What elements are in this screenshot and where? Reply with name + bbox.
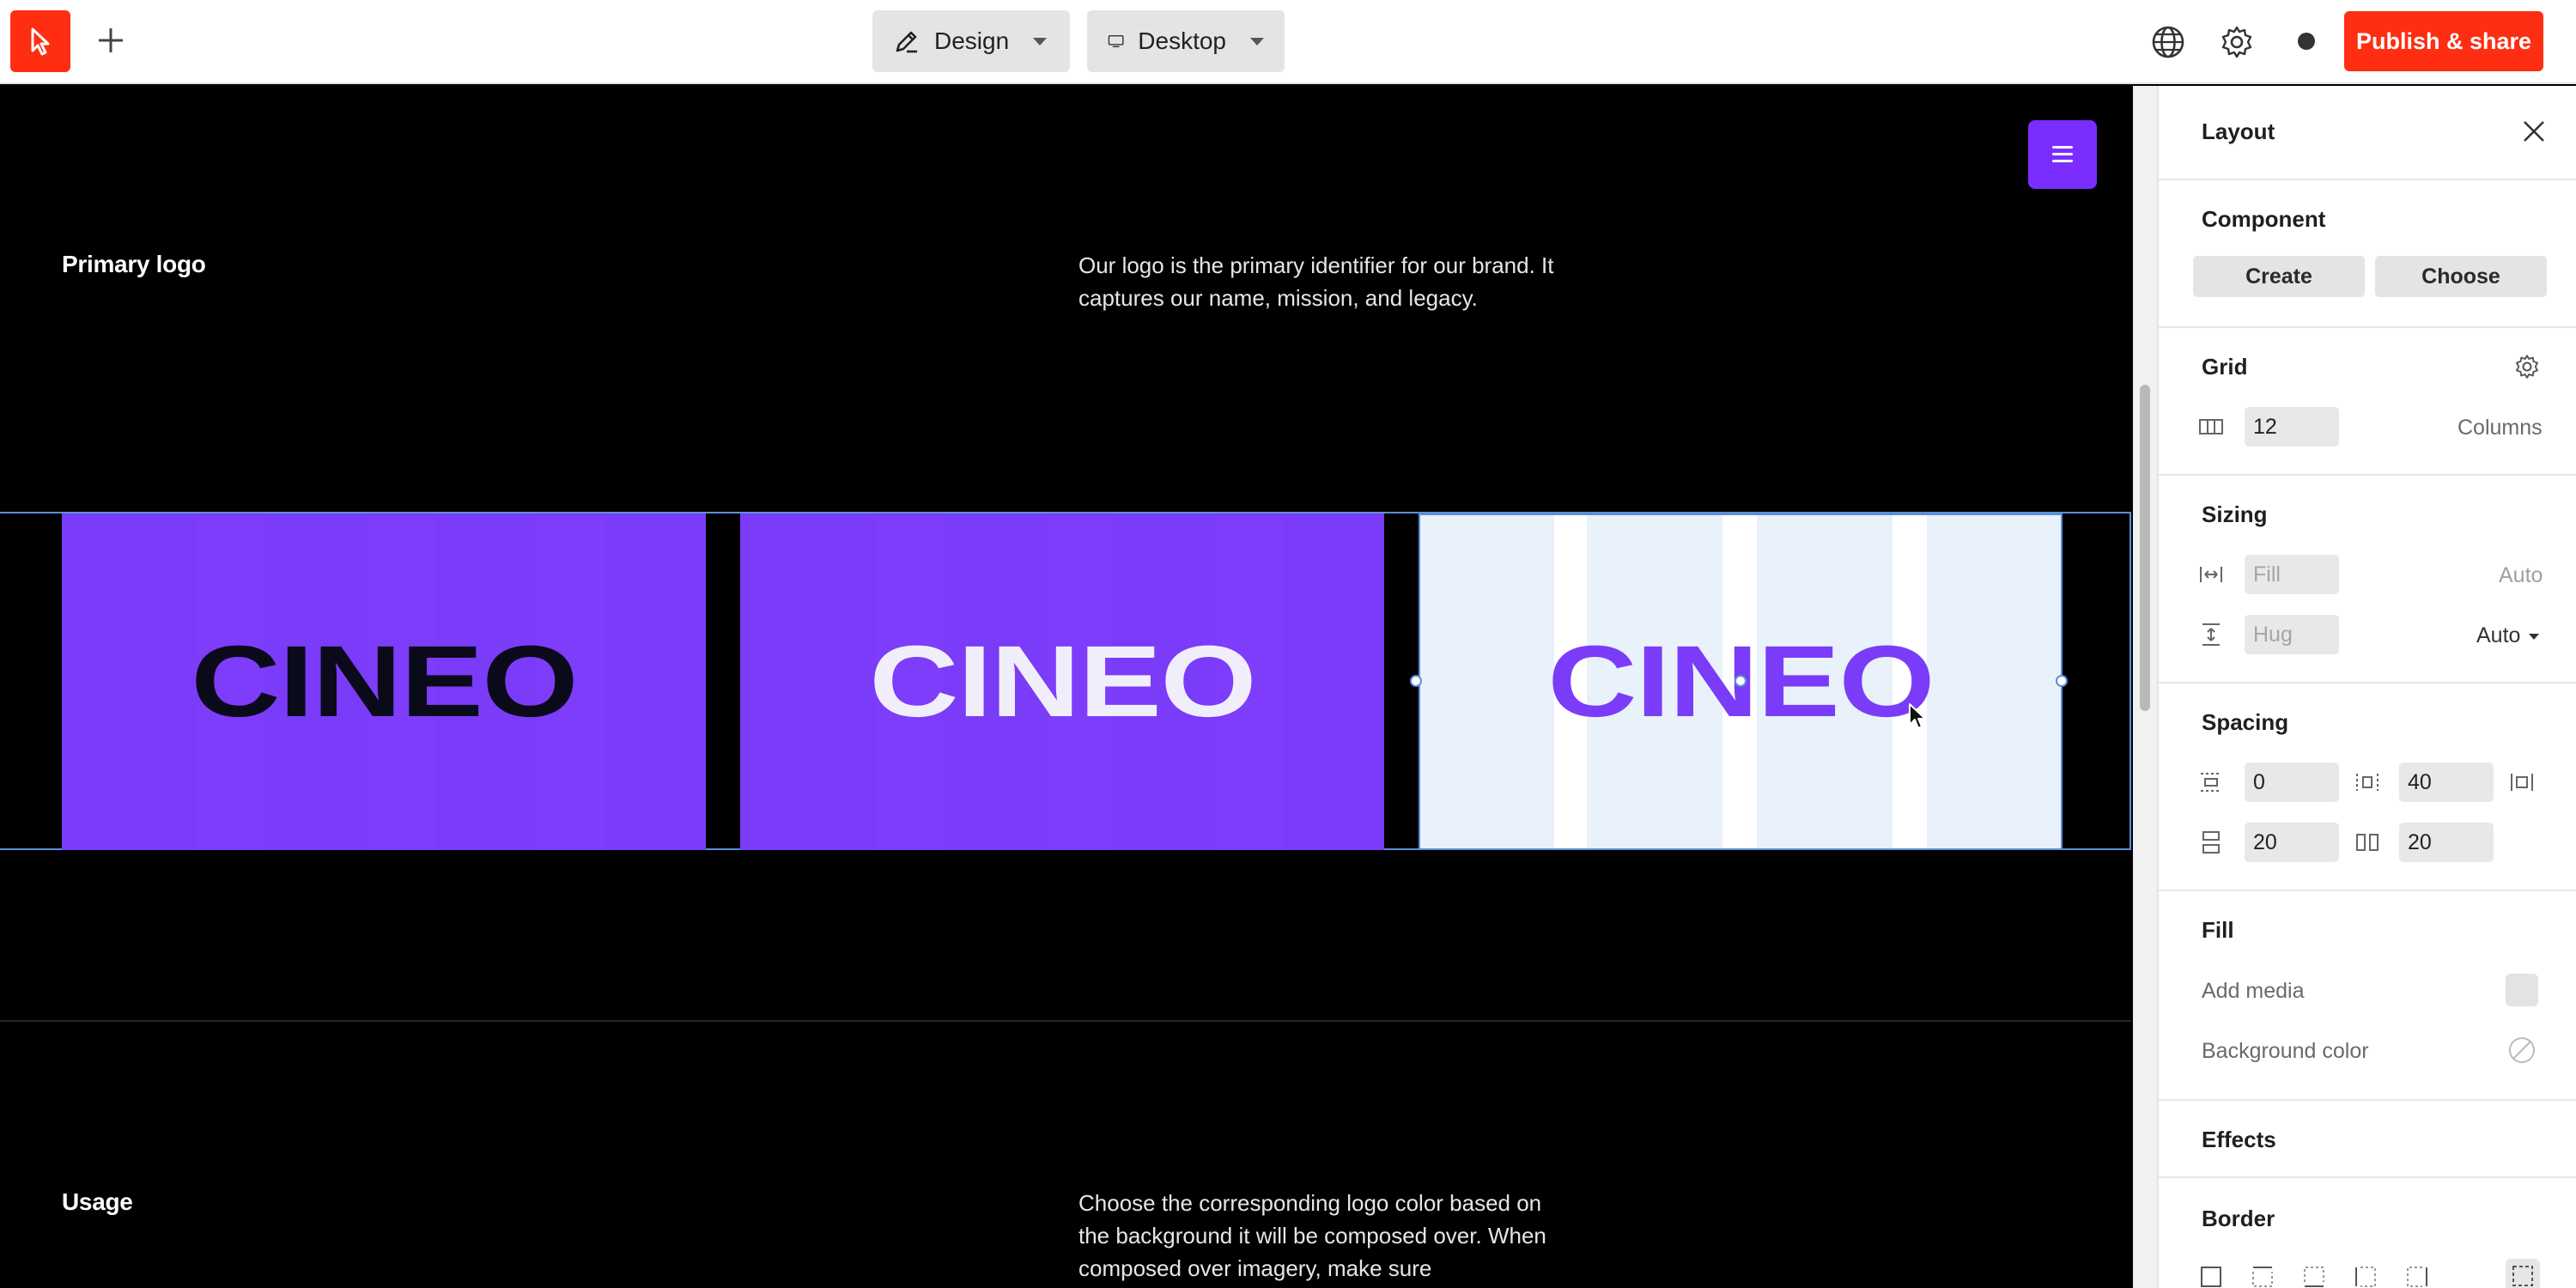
grid-columns-input[interactable] [2245,407,2339,447]
close-panel-button[interactable] [2519,117,2549,146]
border-dashed-icon [2512,1266,2533,1286]
plus-icon [99,28,123,52]
grid-settings-button[interactable] [2512,352,2542,381]
chevron-down-icon [1033,37,1048,46]
border-top-icon [2252,1267,2273,1287]
logo-card-dark[interactable]: CINEO [62,513,706,850]
border-all-button[interactable] [2196,1262,2226,1288]
top-toolbar: Design Desktop Publish & share [0,0,2576,84]
padding-horizontal-icon [2353,768,2382,797]
border-left-icon [2355,1267,2376,1287]
panel-title: Layout [2202,118,2275,144]
height-input[interactable] [2245,615,2339,654]
background-color-button[interactable] [2507,1036,2537,1065]
primary-logo-heading: Primary logo [62,251,206,277]
gap-vertical-icon [2196,828,2226,857]
height-icon [2196,620,2226,649]
border-all-icon [2201,1267,2221,1287]
language-globe-button[interactable] [2148,22,2188,62]
pencil-icon [896,31,917,53]
width-input[interactable] [2245,555,2339,594]
usage-description: Choose the corresponding logo color base… [1078,1190,1546,1281]
border-left-button[interactable] [2351,1262,2380,1288]
mode-dropdown[interactable]: Design [872,10,1070,72]
border-bottom-button[interactable] [2300,1262,2329,1288]
menu-button[interactable] [2028,120,2097,189]
border-heading: Border [2202,1206,2275,1231]
gap-horizontal-icon [2353,828,2382,857]
gap-horizontal-input[interactable] [2399,823,2494,862]
border-top-button[interactable] [2248,1262,2277,1288]
width-icon [2196,560,2226,589]
hamburger-icon [2052,146,2073,163]
resize-handle-left[interactable] [1410,675,1422,687]
design-canvas[interactable]: Primary logo Our logo is the primary ide… [0,86,2131,1288]
add-media-swatch[interactable] [2506,974,2538,1006]
desktop-monitor-icon [1108,35,1124,47]
gear-icon [2221,26,2252,58]
spacing-heading: Spacing [2202,709,2289,735]
add-media-label[interactable]: Add media [2202,979,2305,1004]
close-icon [2524,121,2544,142]
settings-button[interactable] [2217,22,2257,62]
fill-heading: Fill [2202,917,2234,943]
height-mode-dropdown[interactable]: Auto [2476,623,2540,648]
effects-heading: Effects [2202,1127,2276,1152]
scrollbar-thumb[interactable] [2140,385,2150,711]
gap-vertical-input[interactable] [2245,823,2339,862]
component-heading: Component [2202,206,2326,232]
padding-horizontal-input[interactable] [2399,762,2494,802]
columns-icon [2196,412,2226,441]
padding-vertical-icon [2196,768,2226,797]
mouse-pointer-icon [1909,703,1926,729]
gear-icon [2516,355,2538,379]
primary-logo-description: Our logo is the primary identifier for o… [1078,252,1554,311]
resize-handle-center[interactable] [1735,675,1747,687]
columns-label: Columns [2458,416,2543,440]
logo-card-light[interactable]: CINEO [740,513,1384,850]
border-right-icon [2407,1267,2427,1287]
chevron-down-icon [1250,37,1264,46]
device-label: Desktop [1138,27,1226,54]
logo-wordmark: CINEO [191,625,578,738]
create-component-button[interactable]: Create [2193,256,2365,297]
padding-sides-icon [2511,774,2533,791]
section-divider [0,1020,2131,1022]
select-tool-button[interactable] [10,10,70,72]
chevron-down-icon [2529,633,2540,640]
canvas-scrollbar[interactable] [2133,86,2157,1288]
logo-wordmark: CINEO [869,625,1256,738]
globe-icon [2152,26,2184,58]
background-color-label[interactable]: Background color [2202,1039,2369,1064]
padding-individual-button[interactable] [2507,768,2537,797]
height-mode-value: Auto [2476,623,2521,647]
sizing-heading: Sizing [2202,501,2268,527]
layout-panel: Layout Component Create Choose Grid Colu… [2157,86,2576,1288]
status-dot [2298,33,2315,50]
mode-label: Design [934,27,1010,54]
no-color-icon [2509,1037,2535,1063]
width-mode: Auto [2499,563,2543,587]
usage-heading: Usage [62,1188,133,1215]
add-button[interactable] [89,19,132,62]
cursor-arrow-icon [31,27,50,56]
choose-component-button[interactable]: Choose [2375,256,2547,297]
border-none-button[interactable] [2506,1259,2540,1288]
padding-vertical-input[interactable] [2245,762,2339,802]
publish-share-button[interactable]: Publish & share [2344,11,2543,71]
border-bottom-icon [2304,1267,2324,1287]
border-right-button[interactable] [2403,1262,2432,1288]
resize-handle-right[interactable] [2056,675,2068,687]
grid-heading: Grid [2202,354,2248,380]
device-dropdown[interactable]: Desktop [1087,10,1285,72]
